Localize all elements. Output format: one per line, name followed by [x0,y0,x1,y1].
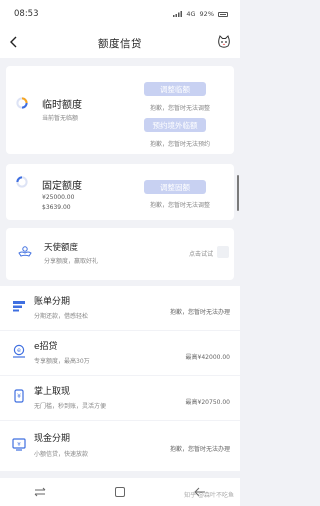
fixed-limit-title: 固定额度 [42,181,82,192]
status-bar: 08:53 4G 92% [0,0,240,28]
temp-limit-subtitle: 当前暂无临额 [42,115,79,122]
list-item-status: 抱歉，您暂时无法办理 [169,309,230,316]
e-loan-icon: e [13,344,25,358]
list-item-cash-withdraw[interactable]: ¥ 掌上取现 无门槛，秒到账，灵活方便 最高¥20750.00 [0,376,240,420]
overseas-temp-limit-button[interactable]: 预约境外临额 [144,118,206,132]
list-item-bill-installment[interactable]: 账单分期 分期还款，借感轻松 抱歉，您暂时无法办理 [0,286,240,330]
angel-limit-subtitle: 分享额度，赢取好礼 [44,258,99,265]
status-icons: 4G 92% [173,10,228,18]
svg-text:e: e [17,347,21,354]
list-item-cash-installment[interactable]: ¥ 现金分期 小额信贷，快速放款 抱歉，您暂时无法办理 [0,421,240,471]
network-type: 4G [186,10,196,18]
fixed-limit-card: 固定额度 ¥25000.00 $3639.00 调整固额 抱歉，您暂时无法调整 [6,164,234,220]
battery-text: 92% [199,10,214,18]
signal-icon [173,11,183,17]
list-item-title: 账单分期 [34,297,71,307]
cash-withdraw-icon: ¥ [14,389,24,403]
list-item-subtitle: 小额信贷，快速放款 [34,451,89,458]
angel-limit-title: 天使额度 [44,243,79,253]
list-item-title: 掌上取现 [34,387,71,397]
list-item-max-amount: 最高¥20750.00 [185,399,230,406]
nav-bar: 额度信贷 [0,28,240,58]
adjust-fixed-limit-button[interactable]: 调整固额 [144,180,206,194]
cash-installment-icon: ¥ [12,438,26,451]
cat-bot-icon[interactable] [216,34,232,50]
temp-limit-card: 临时额度 当前暂无临额 调整临额 抱歉，您暂时无法调整 预约境外临额 抱歉，您暂… [6,66,234,154]
temp-limit-apply-hint: 抱歉，您暂时无法调整 [149,105,210,112]
bill-installment-icon [13,301,25,312]
watermark: 知乎 @森叶不吃鱼 [184,492,234,499]
fixed-limit-total: ¥25000.00 [42,194,75,201]
page-title: 额度信贷 [98,37,142,50]
fixed-limit-available: $3639.00 [42,204,71,211]
fixed-limit-ring-icon [16,176,28,188]
angel-limit-thumbnail [217,246,229,258]
list-item-title: 现金分期 [34,434,71,444]
battery-icon [218,11,228,17]
list-item-subtitle: 无门槛，秒到账，灵活方便 [34,403,107,410]
list-item-subtitle: 专享额度，最高30万 [34,358,90,365]
angel-limit-try-link[interactable]: 点击试试 [189,249,213,258]
system-nav-bar: 知乎 @森叶不吃鱼 [0,478,240,506]
recent-apps-icon[interactable] [30,484,50,500]
temp-limit-title: 临时额度 [42,100,82,111]
svg-text:¥: ¥ [17,393,21,400]
svg-text:¥: ¥ [17,442,21,448]
list-item-max-amount: 最高¥42000.00 [185,354,230,361]
angel-limit-card[interactable]: 天使额度 分享额度，赢取好礼 点击试试 [6,228,234,280]
list-item-e-loan[interactable]: e e招贷 专享额度，最高30万 最高¥42000.00 [0,331,240,375]
adjust-temp-limit-button[interactable]: 调整临额 [144,82,206,96]
home-icon[interactable] [110,484,130,500]
status-time: 08:53 [14,9,39,19]
temp-limit-ring-icon [16,97,28,109]
angel-icon [18,246,32,257]
fixed-limit-hint: 抱歉，您暂时无法调整 [149,202,210,209]
scrollbar[interactable] [237,175,239,211]
list-item-title: e招贷 [34,342,58,352]
list-item-subtitle: 分期还款，借感轻松 [34,313,89,320]
overseas-limit-hint: 抱歉，您暂时无法预约 [149,141,210,148]
back-arrow-icon[interactable] [6,34,22,50]
list-item-status: 抱歉，您暂时无法办理 [169,446,230,453]
